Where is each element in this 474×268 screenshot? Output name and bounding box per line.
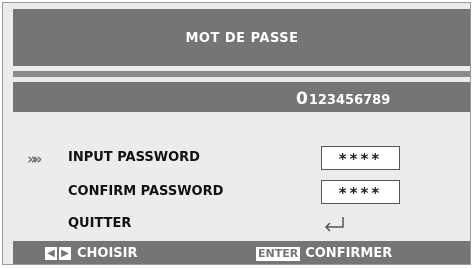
right-arrow-key-icon: ▶ (59, 247, 71, 260)
left-arrow-key-icon: ◀ (45, 247, 57, 260)
digit-list: 123456789 (308, 93, 391, 108)
dialog-title: MOT DE PASSE (185, 31, 299, 46)
footer-bar: ◀ ▶ CHOISIR ENTER CONFIRMER (13, 241, 470, 264)
password-osd-menu: MOT DE PASSE 0123456789 »» INPUT PASSWOR… (2, 2, 471, 265)
enter-return-icon[interactable] (323, 216, 347, 232)
digit-bar: 0123456789 (13, 82, 470, 112)
input-password-field[interactable]: **** (321, 146, 400, 170)
choisir-label: CHOISIR (77, 246, 138, 261)
confirm-password-label[interactable]: CONFIRM PASSWORD (68, 184, 223, 199)
confirm-hint: ENTER CONFIRMER (256, 246, 392, 261)
nav-hint: ◀ ▶ CHOISIR (45, 246, 138, 261)
separator-bar (13, 71, 470, 77)
confirmer-label: CONFIRMER (305, 246, 393, 261)
input-password-label[interactable]: INPUT PASSWORD (68, 150, 200, 165)
enter-key-icon: ENTER (256, 246, 301, 261)
confirm-password-field[interactable]: **** (321, 180, 400, 204)
title-bar: MOT DE PASSE (13, 9, 470, 66)
quitter-item[interactable]: QUITTER (68, 216, 131, 231)
digit-selector[interactable]: 0123456789 (296, 89, 390, 109)
double-chevron-right-icon: »» (27, 150, 43, 168)
selected-digit[interactable]: 0 (296, 89, 308, 109)
